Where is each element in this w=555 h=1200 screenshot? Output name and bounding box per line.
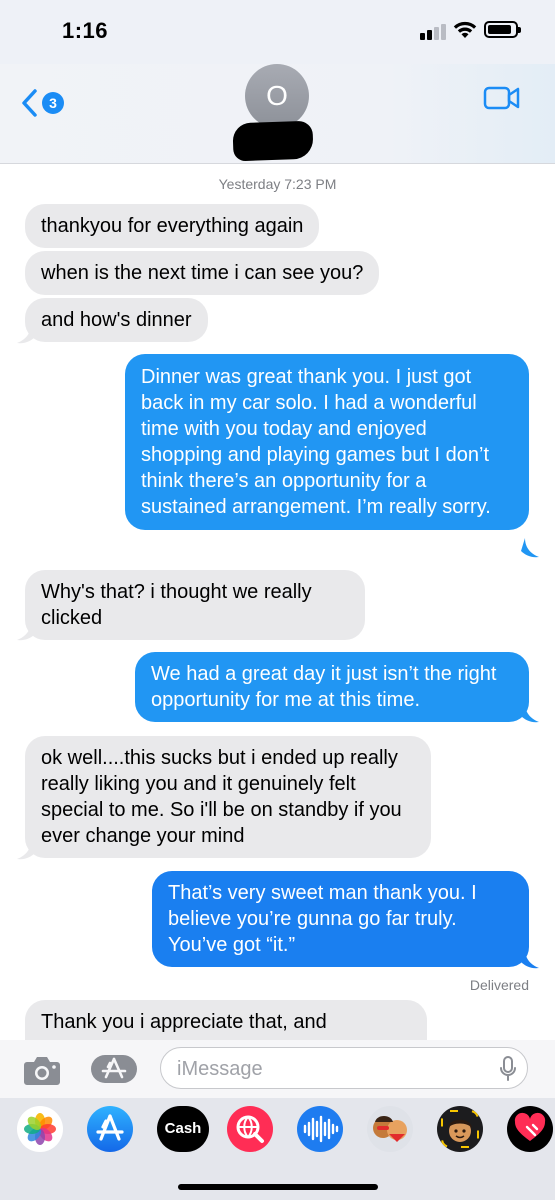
incoming-message[interactable]: Thank you i appreciate that, and <box>25 1000 427 1040</box>
digital-touch-app-icon[interactable] <box>507 1106 553 1152</box>
imessage-field[interactable] <box>160 1047 528 1089</box>
photos-flower-icon <box>24 1113 56 1145</box>
incoming-message[interactable]: thankyou for everything again <box>25 204 320 248</box>
memoji-faces-icon <box>373 1116 407 1142</box>
chevron-left-icon <box>22 89 37 117</box>
cellular-signal-icon <box>420 22 446 40</box>
camera-icon[interactable] <box>22 1054 62 1086</box>
bubble-tail <box>521 538 539 558</box>
animoji-app-icon[interactable] <box>437 1106 483 1152</box>
status-time: 1:16 <box>62 18 109 43</box>
memoji-stickers-app-icon[interactable] <box>367 1106 413 1152</box>
incoming-message[interactable]: ok well....this sucks but i ended up rea… <box>25 736 431 858</box>
outgoing-message[interactable]: That’s very sweet man thank you. I belie… <box>152 871 529 967</box>
search-images-app-icon[interactable] <box>227 1106 273 1152</box>
app-store-app-icon[interactable] <box>87 1106 133 1152</box>
bubble-tail <box>521 949 539 969</box>
composer-bar <box>0 1040 555 1098</box>
globe-search-icon <box>236 1115 264 1143</box>
battery-level <box>488 25 511 34</box>
bubble-tail <box>521 703 539 723</box>
cash-app-label: Cash <box>164 1120 202 1137</box>
audio-message-app-icon[interactable] <box>297 1106 343 1152</box>
bubble-tail <box>17 324 35 344</box>
status-bar: 1:16 <box>0 0 555 64</box>
bubble-tail <box>17 840 35 860</box>
cash-app-icon[interactable]: Cash <box>157 1106 209 1152</box>
incoming-message[interactable]: Why's that? i thought we really clicked <box>25 570 365 640</box>
waveform-icon <box>303 1115 339 1143</box>
outgoing-message[interactable]: Dinner was great thank you. I just got b… <box>125 354 529 530</box>
heart-touch-icon <box>514 1112 546 1141</box>
wifi-icon <box>453 21 477 38</box>
animoji-face-icon <box>441 1110 479 1148</box>
conversation-header: 3 O <box>0 64 555 164</box>
unread-count-badge: 3 <box>42 92 64 114</box>
app-store-a-icon <box>96 1114 124 1141</box>
message-timestamp: Yesterday 7:23 PM <box>218 176 337 192</box>
contact-avatar[interactable]: O <box>245 64 309 128</box>
imessage-input[interactable] <box>177 1056 477 1082</box>
contact-name-redacted[interactable] <box>232 120 314 162</box>
app-store-icon[interactable] <box>90 1054 138 1084</box>
back-button[interactable]: 3 <box>20 86 70 118</box>
battery-icon <box>484 21 521 38</box>
facetime-video-icon[interactable] <box>483 84 521 112</box>
outgoing-message[interactable]: We had a great day it just isn’t the rig… <box>135 652 529 722</box>
delivered-status: Delivered <box>469 977 529 993</box>
bubble-tail <box>17 621 35 641</box>
photos-app-icon[interactable] <box>17 1106 63 1152</box>
microphone-icon[interactable] <box>499 1056 517 1082</box>
home-indicator[interactable] <box>178 1184 378 1190</box>
incoming-message[interactable]: when is the next time i can see you? <box>25 251 380 295</box>
incoming-message[interactable]: and how's dinner <box>25 298 208 342</box>
